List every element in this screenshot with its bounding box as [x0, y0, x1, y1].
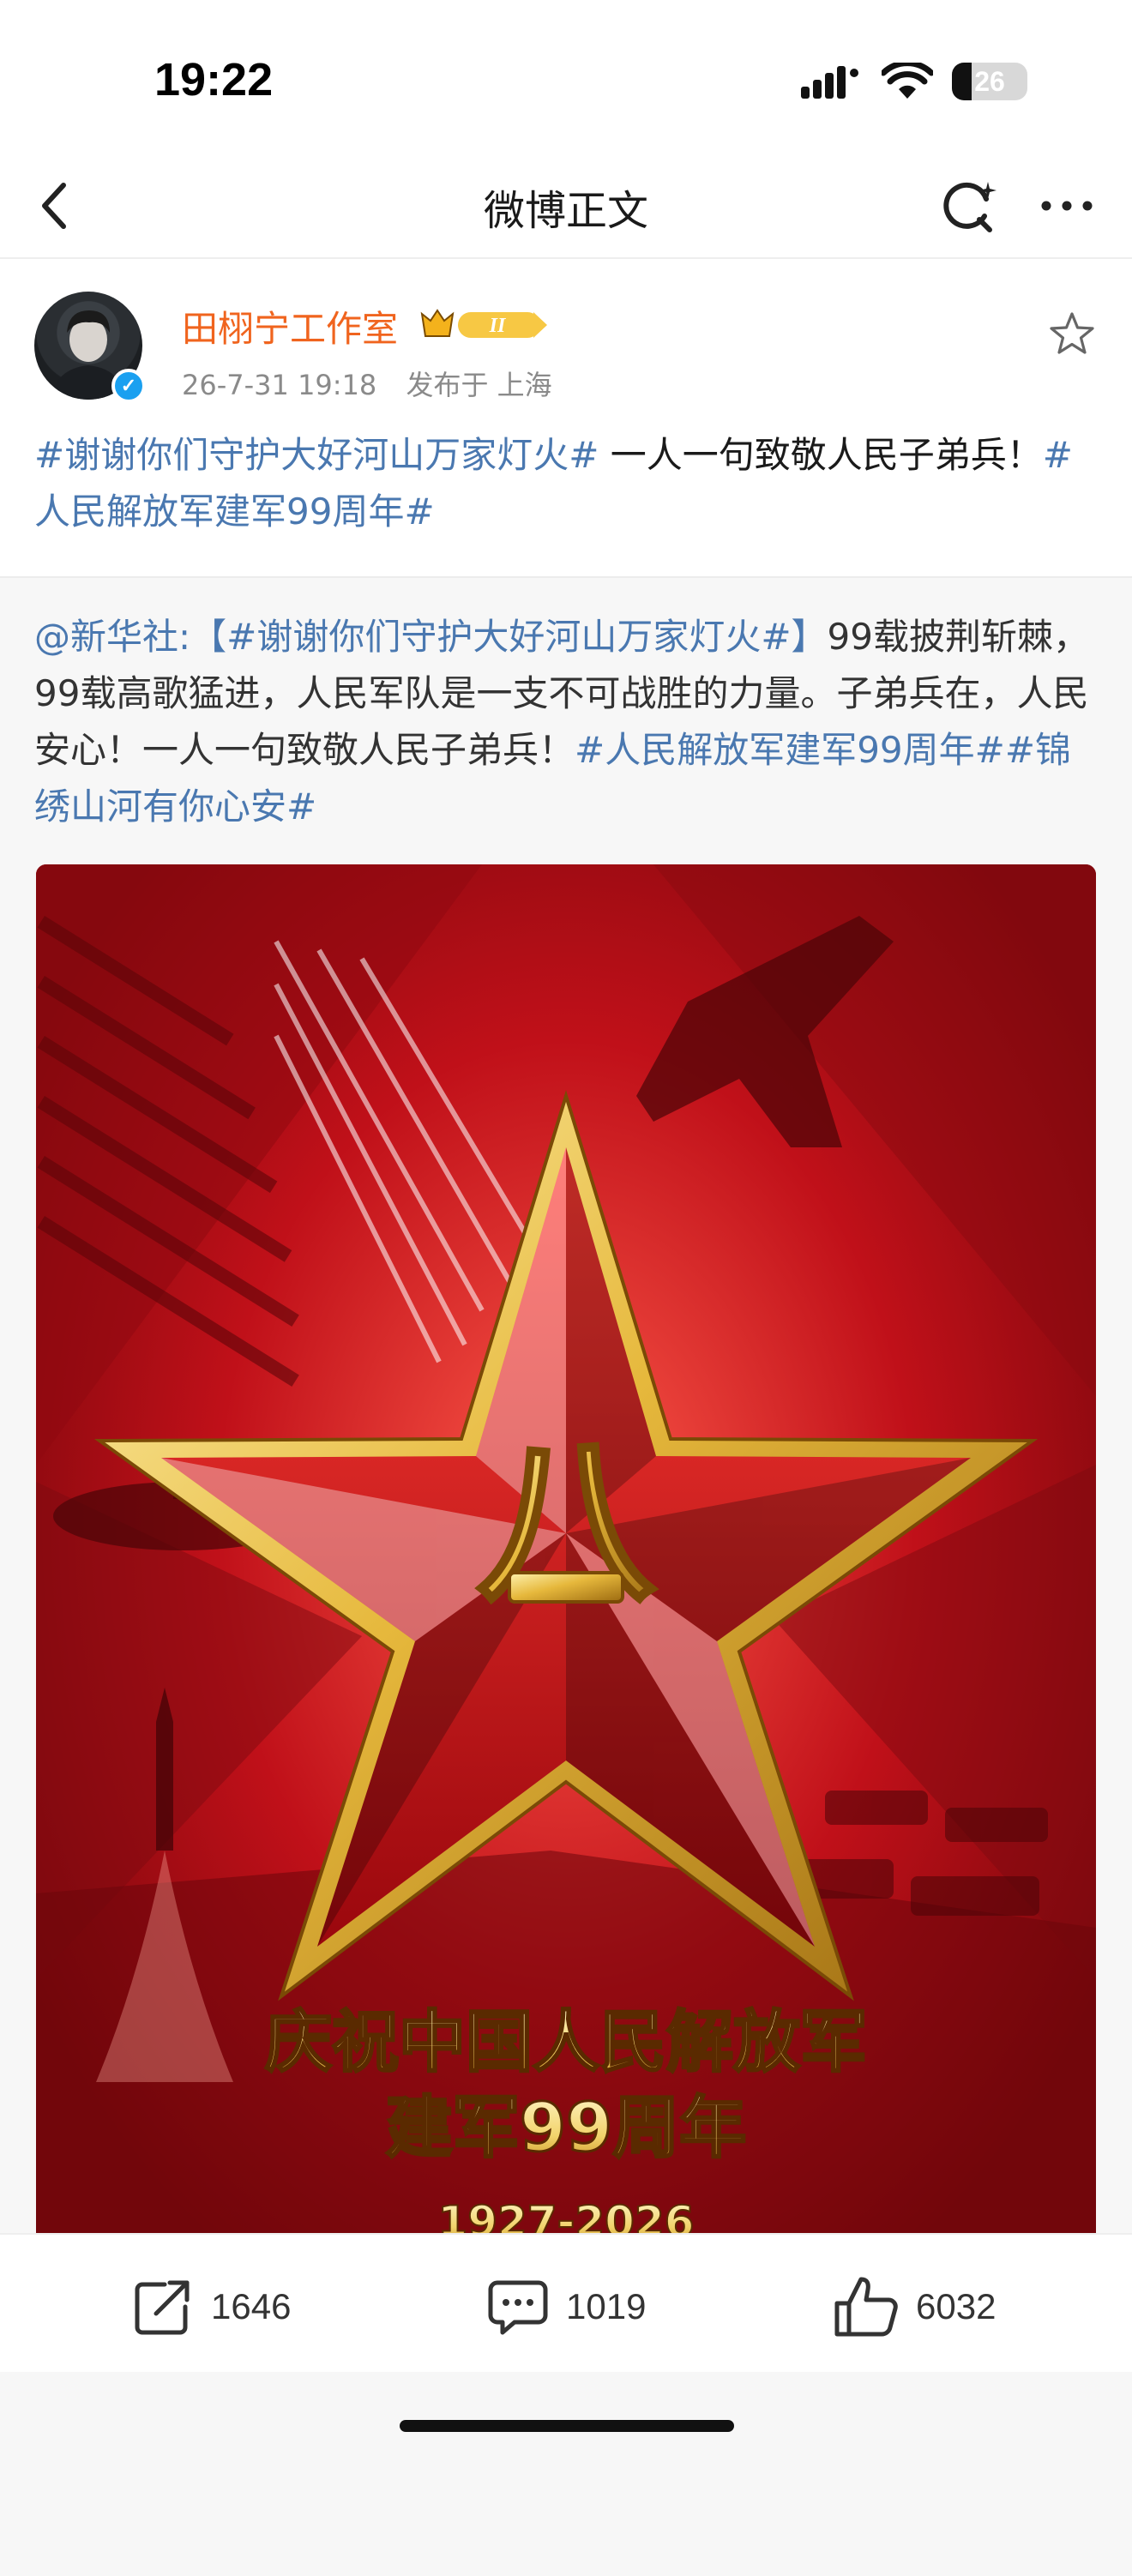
status-icons: 26: [801, 60, 1027, 103]
post-text: #谢谢你们守护大好河山万家灯火# 一人一句致敬人民子弟兵！#人民解放军建军99周…: [34, 427, 1098, 540]
mention-link[interactable]: @新华社:: [34, 616, 190, 658]
post-header: ✓ 田栩宁工作室 II 26-7-31 19:18 发布于 上海: [34, 292, 1106, 412]
like-icon: [834, 2277, 898, 2337]
verified-badge-icon: ✓: [111, 369, 146, 403]
post-date: 26-7-31 19:18: [182, 369, 377, 401]
crown-badge-icon[interactable]: II: [418, 304, 556, 346]
home-indicator[interactable]: [400, 2420, 734, 2432]
poster-title-line2: 建军99周年: [386, 2090, 747, 2167]
repost-button[interactable]: 1646: [130, 2274, 291, 2339]
poster-art: 八 庆祝中国人民解放军 建军99周年 1927-2026: [36, 864, 1096, 2322]
post-body: 一人一句致敬人民子弟兵！: [599, 434, 1043, 476]
repost-count: 1646: [211, 2286, 292, 2326]
comment-button[interactable]: 1019: [485, 2274, 646, 2339]
battery-body: 26: [952, 63, 1027, 100]
topic-link[interactable]: 【#谢谢你们守护大好河山万家灯火#】: [190, 616, 827, 658]
refresh-icon[interactable]: [936, 173, 1002, 238]
topic-link[interactable]: #谢谢你们守护大好河山万家灯火#: [34, 434, 599, 476]
poster-image[interactable]: 八 庆祝中国人民解放军 建军99周年 1927-2026: [36, 864, 1096, 2322]
favorite-star-icon[interactable]: [1046, 309, 1098, 360]
cellular-signal-icon: [801, 66, 858, 99]
post-location: 发布于 上海: [406, 369, 552, 401]
poster-title-line1: 庆祝中国人民解放军: [265, 2004, 867, 2081]
action-bar: 1646 1019 6032: [0, 2233, 1132, 2372]
star-bar: [508, 1571, 624, 1604]
battery-icon: 26: [952, 63, 1027, 100]
topic-link[interactable]: #人民解放军建军99周年#: [575, 729, 1005, 771]
like-button[interactable]: 6032: [832, 2274, 996, 2339]
repost-text: @新华社:【#谢谢你们守护大好河山万家灯火#】99载披荆斩棘，99载高歌猛进，人…: [34, 609, 1098, 835]
comment-count: 1019: [566, 2286, 647, 2326]
comment-icon: [488, 2280, 548, 2335]
status-bar: 19:22 26: [0, 0, 1132, 163]
repost-icon: [135, 2280, 190, 2335]
like-count: 6032: [916, 2286, 997, 2326]
author-name[interactable]: 田栩宁工作室: [182, 300, 398, 352]
battery-text: 26: [974, 65, 1005, 97]
badge-level: II: [489, 315, 507, 337]
nav-bar: 微博正文: [0, 154, 1132, 259]
status-time: 19:22: [154, 54, 274, 105]
more-icon[interactable]: [1034, 173, 1099, 238]
wifi-icon: [882, 63, 933, 99]
post-meta: 26-7-31 19:18 发布于 上海: [182, 364, 573, 403]
